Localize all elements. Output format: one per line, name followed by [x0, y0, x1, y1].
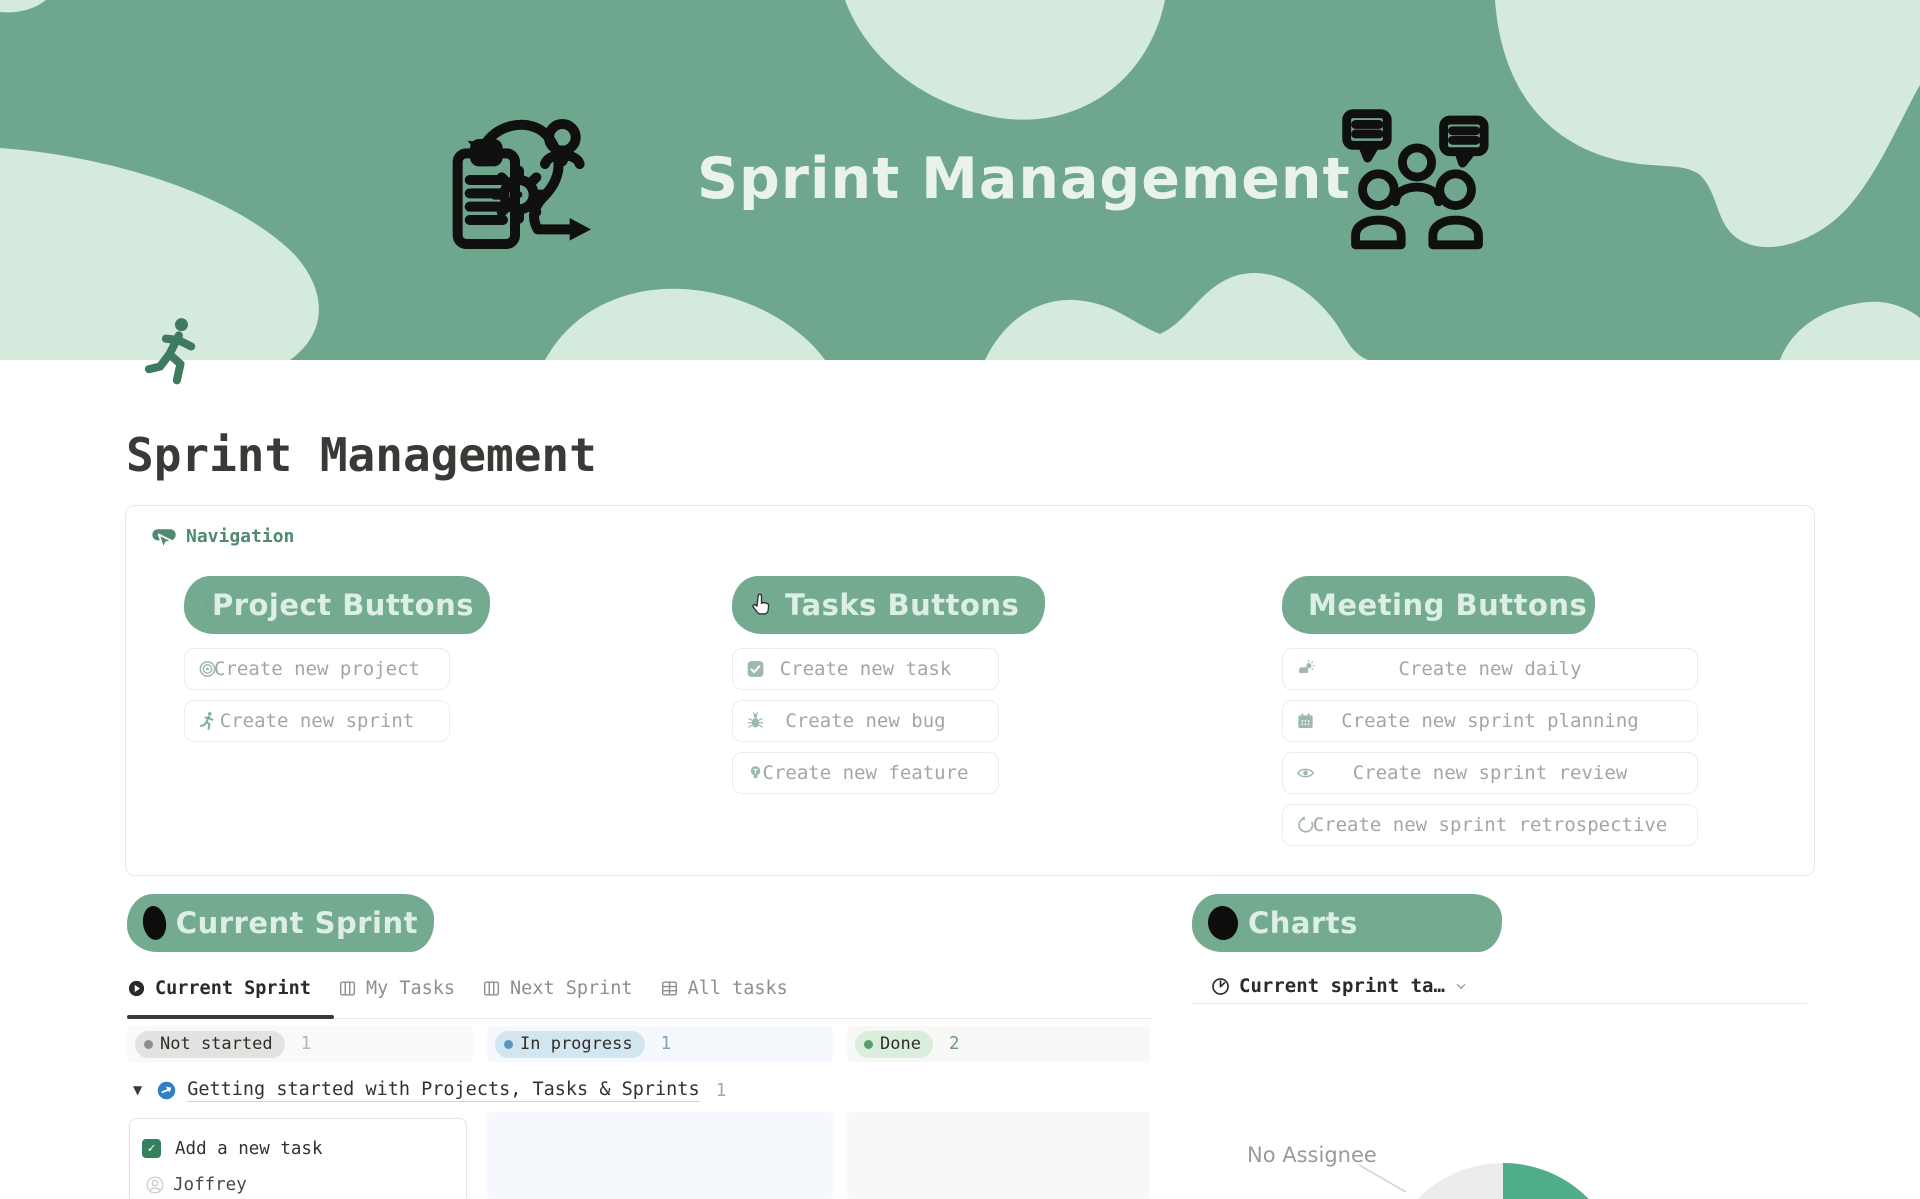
tab-current-sprint[interactable]: Current Sprint [127, 978, 311, 999]
view-tabs: Current Sprint My Tasks Next Sprint All … [127, 970, 788, 1006]
column-count: 1 [661, 1034, 672, 1054]
play-circle-icon [127, 979, 146, 998]
project-buttons-label: Project Buttons [212, 588, 474, 622]
black-circle-icon [1206, 904, 1240, 942]
create-new-sprint-planning-label: Create new sprint planning [1341, 710, 1638, 732]
retro-arrow-icon [1295, 815, 1316, 836]
chart-view-dropdown[interactable]: Current sprint ta… [1210, 970, 1469, 1002]
board-column-done: Done 2 [847, 1026, 1150, 1062]
page-title: Sprint Management [126, 428, 597, 482]
tab-my-tasks[interactable]: My Tasks [338, 978, 455, 999]
status-label: Not started [160, 1034, 273, 1054]
current-sprint-header[interactable]: Current Sprint [127, 894, 434, 952]
assignee-row: Joffrey [145, 1175, 247, 1195]
chevron-down-icon [1453, 978, 1469, 994]
tab-label: My Tasks [366, 978, 455, 999]
person-avatar-icon [145, 1175, 165, 1195]
column-count: 1 [301, 1034, 312, 1054]
calendar-icon [1295, 711, 1316, 732]
target-icon [197, 659, 218, 680]
table-icon [660, 979, 679, 998]
status-dot [504, 1040, 513, 1049]
sun-cloud-icon [1295, 659, 1316, 680]
project-buttons-header[interactable]: Project Buttons [184, 576, 490, 634]
sprint-group-row: ▼ Getting started with Projects, Tasks &… [127, 1074, 726, 1106]
create-new-sprint-button[interactable]: Create new sprint [184, 700, 450, 742]
banner-title: Sprint Management [697, 146, 1351, 212]
eye-icon [1295, 763, 1316, 784]
create-new-project-button[interactable]: Create new project [184, 648, 450, 690]
sprint-management-page: Sprint Management Sprint Management [0, 0, 1920, 1199]
meeting-buttons-label: Meeting Buttons [1308, 588, 1587, 622]
status-dot [144, 1040, 153, 1049]
collapse-toggle-icon[interactable]: ▼ [133, 1083, 142, 1097]
charts-header-label: Charts [1248, 906, 1358, 940]
create-new-sprint-retrospective-label: Create new sprint retrospective [1313, 814, 1668, 836]
tasks-buttons-label: Tasks Buttons [785, 588, 1019, 622]
runner-icon [197, 711, 218, 732]
create-new-bug-button[interactable]: Create new bug [732, 700, 999, 742]
create-new-feature-button[interactable]: Create new feature [732, 752, 999, 794]
status-pill-done[interactable]: Done [855, 1031, 933, 1058]
create-new-sprint-planning-button[interactable]: Create new sprint planning [1282, 700, 1698, 742]
board-column-not-started: Not started 1 [127, 1026, 473, 1062]
navigation-label: Navigation [186, 526, 294, 547]
column-count: 2 [949, 1034, 960, 1054]
bug-icon [745, 711, 766, 732]
status-dot [864, 1040, 873, 1049]
current-sprint-header-label: Current Sprint [176, 906, 418, 940]
page-cover-banner: Sprint Management [0, 0, 1920, 360]
status-pill-in-progress[interactable]: In progress [495, 1031, 645, 1058]
sprint-group-title[interactable]: Getting started with Projects, Tasks & S… [187, 1079, 699, 1102]
task-checkbox[interactable]: ✓ [142, 1139, 161, 1158]
done-column-body [847, 1112, 1150, 1199]
board-column-in-progress: In progress 1 [487, 1026, 833, 1062]
status-label: Done [880, 1034, 921, 1054]
cursor-hand-icon [200, 592, 202, 619]
create-new-task-button[interactable]: Create new task [732, 648, 999, 690]
chart-view-label: Current sprint ta… [1239, 975, 1445, 997]
donut-chart [1240, 1140, 1920, 1199]
tab-label: All tasks [688, 978, 788, 999]
tab-label: Next Sprint [510, 978, 633, 999]
create-new-daily-button[interactable]: Create new daily [1282, 648, 1698, 690]
in-progress-column-body [487, 1112, 833, 1199]
meeting-buttons-header[interactable]: Meeting Buttons [1282, 576, 1595, 634]
sprint-group-count: 1 [716, 1080, 727, 1101]
task-card[interactable]: ✓ Add a new task Joffrey [129, 1118, 467, 1199]
assignee-name: Joffrey [173, 1175, 247, 1195]
black-circle-icon [141, 905, 168, 942]
active-tab-underline [127, 1015, 334, 1019]
board-icon [338, 979, 357, 998]
pie-clock-icon [1210, 976, 1231, 997]
create-new-sprint-review-button[interactable]: Create new sprint review [1282, 752, 1698, 794]
create-new-feature-label: Create new feature [763, 762, 969, 784]
create-new-bug-label: Create new bug [785, 710, 945, 732]
tab-all-tasks[interactable]: All tasks [660, 978, 788, 999]
create-new-sprint-review-label: Create new sprint review [1353, 762, 1628, 784]
tab-next-sprint[interactable]: Next Sprint [482, 978, 633, 999]
tab-label: Current Sprint [155, 978, 311, 999]
create-new-sprint-retrospective-button[interactable]: Create new sprint retrospective [1282, 804, 1698, 846]
create-new-sprint-label: Create new sprint [220, 710, 414, 732]
create-new-daily-label: Create new daily [1398, 658, 1581, 680]
create-new-project-label: Create new project [214, 658, 420, 680]
lightbulb-icon [745, 763, 766, 784]
tasks-buttons-header[interactable]: Tasks Buttons [732, 576, 1045, 634]
cursor-hand-icon [748, 592, 775, 619]
charts-header[interactable]: Charts [1192, 894, 1502, 952]
navigation-click-icon [150, 524, 178, 552]
status-pill-not-started[interactable]: Not started [135, 1031, 285, 1058]
create-new-task-label: Create new task [780, 658, 952, 680]
status-label: In progress [520, 1034, 633, 1054]
task-checkbox-icon [745, 659, 766, 680]
task-card-title: Add a new task [175, 1139, 323, 1159]
sprint-arrow-icon [156, 1080, 177, 1101]
board-icon [482, 979, 501, 998]
charts-divider [1192, 1003, 1807, 1004]
page-icon-runner[interactable] [134, 312, 212, 390]
